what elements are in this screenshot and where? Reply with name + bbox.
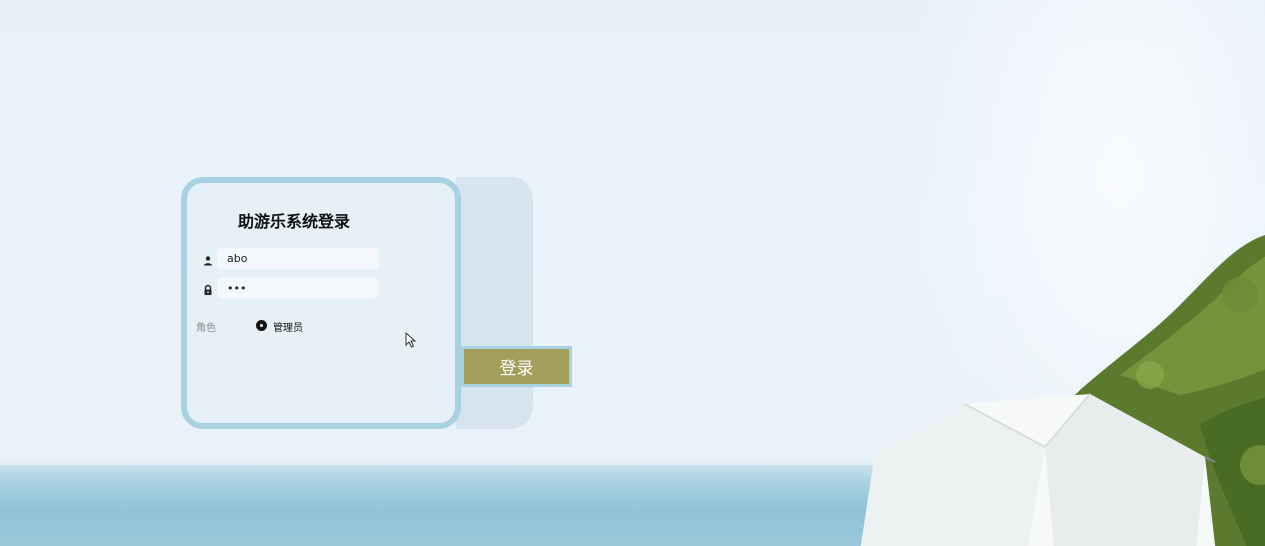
mouse-cursor-icon (405, 332, 417, 348)
role-label: 角色 (196, 323, 216, 334)
login-page: 助游乐系统登录 角色 管理员 登录 (0, 0, 1265, 546)
role-option-label[interactable]: 管理员 (273, 319, 303, 334)
white-umbrella (860, 393, 1216, 546)
username-input[interactable] (217, 248, 379, 269)
user-icon (204, 256, 212, 266)
password-input[interactable] (217, 278, 379, 299)
role-radio-admin[interactable] (256, 320, 267, 331)
card-backdrop (456, 177, 533, 429)
login-button[interactable]: 登录 (461, 346, 572, 387)
login-card: 助游乐系统登录 角色 管理员 (181, 177, 461, 429)
lock-icon (204, 284, 212, 295)
login-title: 助游乐系统登录 (238, 212, 351, 231)
